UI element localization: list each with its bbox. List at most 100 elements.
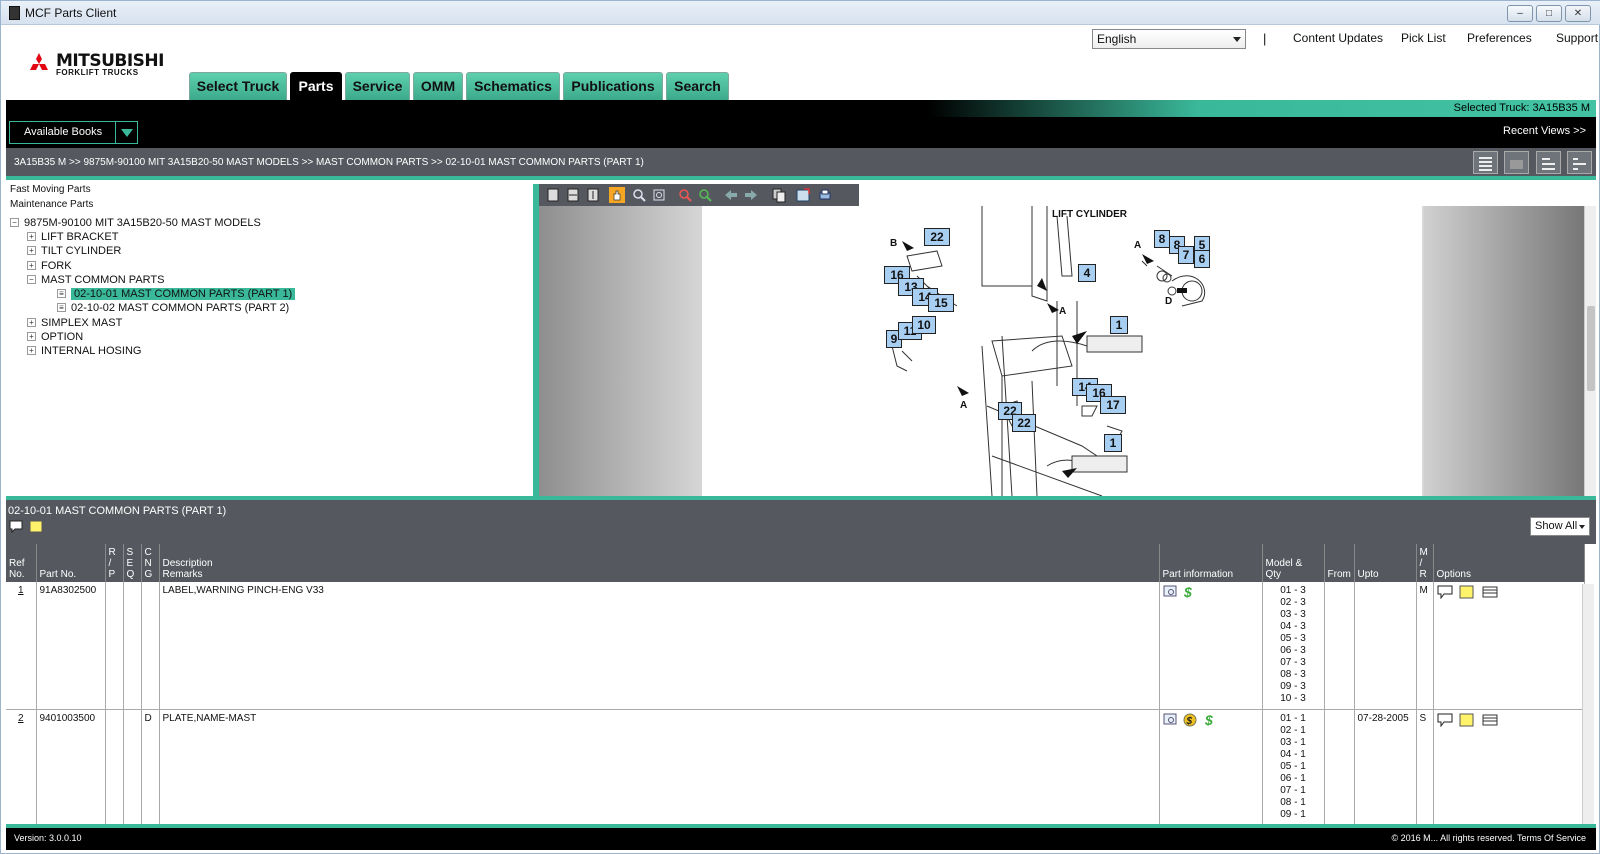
tree-item-option[interactable]: + OPTION <box>27 331 83 343</box>
tree-item-simplex-mast[interactable]: + SIMPLEX MAST <box>27 317 122 329</box>
close-button[interactable]: ✕ <box>1565 5 1591 22</box>
tab-parts[interactable]: Parts <box>290 72 342 101</box>
comment-icon[interactable] <box>1437 713 1453 730</box>
comment-icon[interactable] <box>1437 585 1453 602</box>
table-row[interactable]: 1 91A8302500 LABEL,WARNING PINCH-ENG V33… <box>6 582 1585 710</box>
col-from[interactable]: From <box>1324 544 1355 582</box>
callout[interactable]: 4 <box>1078 264 1096 282</box>
col-ref[interactable]: Ref No. <box>6 544 37 582</box>
tree-item-fork[interactable]: + FORK <box>27 260 72 272</box>
expand-icon[interactable]: + <box>27 261 36 270</box>
ref-link[interactable]: 2 <box>6 709 37 825</box>
expand-icon[interactable]: + <box>27 346 36 355</box>
tab-select-truck[interactable]: Select Truck <box>189 72 287 101</box>
print-icon[interactable] <box>1504 151 1529 174</box>
callout[interactable]: 6 <box>1194 250 1210 268</box>
price-icon[interactable]: $ <box>1204 712 1216 730</box>
available-books-dropdown[interactable]: Available Books <box>9 121 138 144</box>
expand-icon[interactable]: + <box>27 332 36 341</box>
list-view-icon[interactable] <box>1473 151 1498 174</box>
expand-icon[interactable]: + <box>27 318 36 327</box>
supersession-icon[interactable]: $ <box>1183 713 1197 730</box>
note-icon[interactable] <box>1459 585 1475 602</box>
view-part-icon[interactable] <box>1163 585 1177 601</box>
diagram-canvas[interactable]: LIFT CYLINDER B A D A A 22 16 13 14 15 9… <box>539 206 1584 496</box>
callout[interactable]: 8 <box>1154 230 1170 248</box>
support-link[interactable]: Support <box>1556 31 1598 45</box>
tree-item-lift-bracket[interactable]: + LIFT BRACKET <box>27 231 118 243</box>
callout[interactable]: 10 <box>912 316 936 334</box>
tree-item-mast-common-parts[interactable]: − MAST COMMON PARTS <box>27 274 164 286</box>
language-select[interactable]: English <box>1092 29 1246 49</box>
col-description[interactable]: Description Remarks <box>159 544 1160 582</box>
content-updates-link[interactable]: Content Updates <box>1293 31 1383 45</box>
scroll-thumb[interactable] <box>1587 306 1595 391</box>
table-icon[interactable] <box>1482 713 1498 730</box>
tab-search[interactable]: Search <box>666 72 729 101</box>
note-icon[interactable] <box>29 520 43 533</box>
pick-list-link[interactable]: Pick List <box>1401 31 1446 45</box>
zoom-out-icon[interactable] <box>677 187 693 203</box>
callout[interactable]: 22 <box>1012 414 1036 432</box>
actual-size-icon[interactable] <box>585 187 601 203</box>
zoom-window-icon[interactable] <box>651 187 667 203</box>
table-icon[interactable] <box>1482 585 1498 602</box>
table-row[interactable]: 2 9401003500 D PLATE,NAME-MAST $ $ 01 - … <box>6 709 1585 825</box>
tree-item-internal-hosing[interactable]: + INTERNAL HOSING <box>27 345 141 357</box>
forward-arrow-icon[interactable] <box>743 187 759 203</box>
expand-icon[interactable]: + <box>27 246 36 255</box>
callout[interactable]: 22 <box>924 228 950 246</box>
minimize-button[interactable]: – <box>1507 5 1533 22</box>
fast-moving-parts-link[interactable]: Fast Moving Parts <box>10 184 91 195</box>
copy-icon[interactable] <box>771 187 787 203</box>
maximize-button[interactable]: □ <box>1536 5 1562 22</box>
export-icon[interactable] <box>795 187 811 203</box>
show-all-dropdown[interactable]: Show All <box>1530 517 1590 536</box>
callout[interactable]: 17 <box>1100 396 1126 414</box>
tab-publications[interactable]: Publications <box>563 72 663 101</box>
price-icon[interactable]: $ <box>1183 584 1195 602</box>
print-diagram-icon[interactable] <box>817 187 833 203</box>
col-part-no[interactable]: Part No. <box>36 544 106 582</box>
col-upto[interactable]: Upto <box>1354 544 1417 582</box>
col-cng[interactable]: C N G <box>141 544 160 582</box>
callout[interactable]: 1 <box>1110 316 1128 334</box>
recent-views-link[interactable]: Recent Views >> <box>1503 125 1586 137</box>
ref-link[interactable]: 1 <box>6 582 37 710</box>
col-part-info[interactable]: Part information <box>1159 544 1263 582</box>
tree-item-tilt-cylinder[interactable]: + TILT CYLINDER <box>27 245 121 257</box>
tree-root[interactable]: −9875M-90100 MIT 3A15B20-50 MAST MODELS <box>10 217 261 229</box>
tab-service[interactable]: Service <box>345 72 410 101</box>
layout-grid-icon[interactable] <box>1567 151 1592 174</box>
tree-item-part-1[interactable]: ≡ 02-10-01 MAST COMMON PARTS (PART 1) <box>57 288 296 300</box>
col-rp[interactable]: R / P <box>105 544 124 582</box>
breadcrumb[interactable]: 3A15B35 M >> 9875M-90100 MIT 3A15B20-50 … <box>14 157 644 168</box>
expand-icon[interactable]: + <box>27 232 36 241</box>
col-options[interactable]: Options <box>1433 544 1585 582</box>
comment-icon[interactable] <box>9 520 23 533</box>
copyright-label[interactable]: © 2016 M... All rights reserved. Terms O… <box>1391 833 1586 843</box>
callout[interactable]: 7 <box>1178 246 1194 264</box>
maintenance-parts-link[interactable]: Maintenance Parts <box>10 199 93 210</box>
zoom-icon[interactable] <box>631 187 647 203</box>
tab-omm[interactable]: OMM <box>413 72 463 101</box>
view-part-icon[interactable] <box>1163 713 1177 729</box>
parts-table-scrollbar[interactable] <box>1582 584 1594 824</box>
col-mr[interactable]: M / R <box>1416 544 1434 582</box>
tab-schematics[interactable]: Schematics <box>466 72 560 101</box>
parts-illustration[interactable]: LIFT CYLINDER B A D A A 22 16 13 14 15 9… <box>702 206 1422 496</box>
zoom-in-icon[interactable] <box>697 187 713 203</box>
back-arrow-icon[interactable] <box>723 187 739 203</box>
tree-item-part-2[interactable]: ≡ 02-10-02 MAST COMMON PARTS (PART 2) <box>57 302 289 314</box>
callout[interactable]: 1 <box>1104 434 1122 452</box>
preferences-link[interactable]: Preferences <box>1467 31 1532 45</box>
fit-page-icon[interactable] <box>545 187 561 203</box>
col-seq[interactable]: S E Q <box>123 544 142 582</box>
collapse-icon[interactable]: − <box>10 218 19 227</box>
viewer-scrollbar[interactable] <box>1584 206 1596 496</box>
callout[interactable]: 15 <box>928 294 954 312</box>
note-icon[interactable] <box>1459 713 1475 730</box>
collapse-icon[interactable]: − <box>27 275 36 284</box>
pan-hand-icon[interactable] <box>609 187 625 203</box>
col-model-qty[interactable]: Model & Qty <box>1262 544 1325 582</box>
